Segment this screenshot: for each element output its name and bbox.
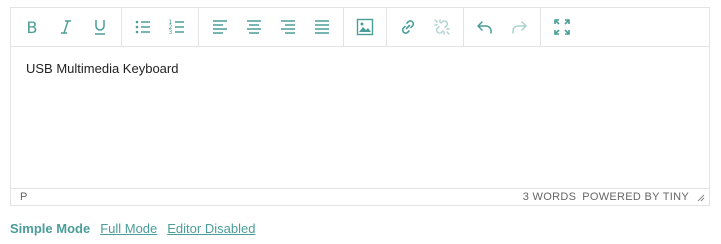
view-group — [541, 8, 583, 46]
undo-icon — [477, 21, 492, 34]
alignment-group — [199, 8, 344, 46]
insert-image-button[interactable] — [348, 12, 382, 42]
editor-disabled-link[interactable]: Editor Disabled — [167, 221, 255, 236]
status-right: 3 WORDS POWERED BY TINY — [523, 191, 705, 203]
resize-handle[interactable] — [695, 192, 705, 202]
link-group — [387, 8, 464, 46]
content-paragraph: USB Multimedia Keyboard — [26, 61, 179, 76]
align-justify-button[interactable] — [305, 12, 339, 42]
italic-icon — [61, 20, 71, 34]
align-right-button[interactable] — [271, 12, 305, 42]
bullet-list-button[interactable] — [126, 12, 160, 42]
align-left-icon — [213, 20, 227, 34]
align-right-icon — [281, 20, 295, 34]
bold-button[interactable]: B — [15, 12, 49, 42]
align-left-button[interactable] — [203, 12, 237, 42]
remove-link-button[interactable] — [425, 12, 459, 42]
align-center-icon — [247, 20, 261, 34]
bullet-list-icon — [135, 20, 150, 34]
unlink-icon — [434, 19, 450, 35]
link-icon — [401, 20, 415, 34]
redo-icon — [512, 21, 527, 34]
editor-mode-switcher: Simple Mode Full Mode Editor Disabled — [10, 221, 255, 236]
word-count: 3 WORDS — [522, 191, 577, 203]
history-group — [464, 8, 541, 46]
bold-icon: B — [27, 18, 38, 37]
resize-grip-icon — [697, 194, 705, 202]
align-center-button[interactable] — [237, 12, 271, 42]
simple-mode-label: Simple Mode — [10, 221, 91, 236]
svg-text:3: 3 — [169, 29, 173, 36]
powered-by-link[interactable]: POWERED BY TINY — [582, 191, 689, 203]
italic-button[interactable] — [49, 12, 83, 42]
undo-button[interactable] — [468, 12, 502, 42]
fullscreen-button[interactable] — [545, 12, 579, 42]
redo-button[interactable] — [502, 12, 536, 42]
status-bar: P 3 WORDS POWERED BY TINY — [11, 188, 709, 205]
underline-button[interactable] — [83, 12, 117, 42]
list-group: 123 — [122, 8, 199, 46]
rich-text-editor: B 123 USB Multimedia Keyboard P 3 WORDS … — [10, 7, 710, 206]
numbered-list-icon: 123 — [169, 19, 184, 36]
svg-text:B: B — [27, 18, 38, 37]
editor-toolbar: B 123 — [11, 8, 709, 47]
editor-content-area[interactable]: USB Multimedia Keyboard — [11, 47, 709, 189]
full-mode-link[interactable]: Full Mode — [100, 221, 157, 236]
align-justify-icon — [315, 20, 329, 34]
text-format-group: B — [11, 8, 122, 46]
numbered-list-button[interactable]: 123 — [160, 12, 194, 42]
insert-link-button[interactable] — [391, 12, 425, 42]
media-group — [344, 8, 387, 46]
image-icon — [356, 18, 374, 36]
underline-icon — [95, 20, 105, 35]
element-path[interactable]: P — [20, 191, 28, 203]
fullscreen-icon — [554, 19, 570, 35]
